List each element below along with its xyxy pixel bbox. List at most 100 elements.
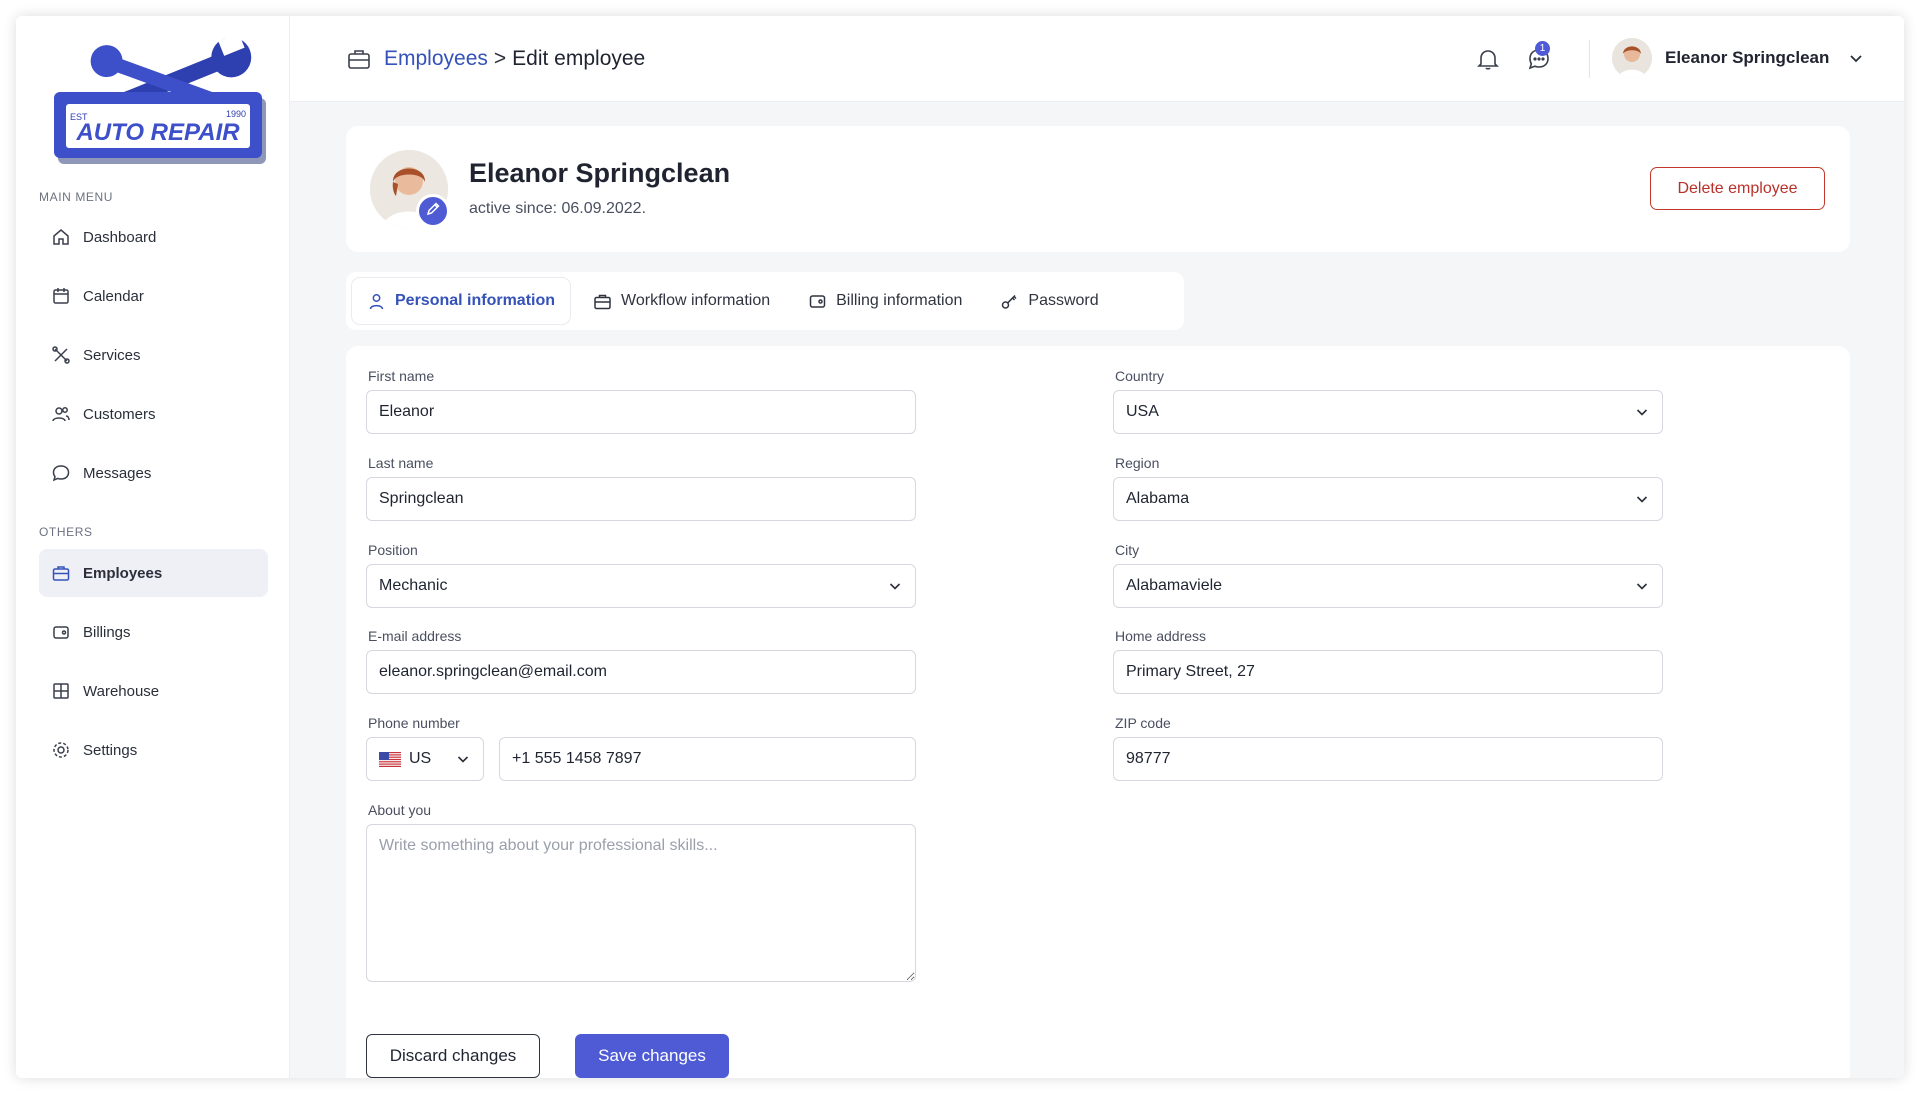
sidebar-item-billings[interactable]: Billings [39,608,268,656]
phone-label: Phone number [368,715,460,731]
profile-card: Eleanor Springclean active since: 06.09.… [346,126,1850,252]
user-menu[interactable]: Eleanor Springclean [1612,38,1865,78]
active-since: active since: 06.09.2022. [469,200,647,217]
sidebar-item-label: Services [83,346,141,364]
delete-employee-button[interactable]: Delete employee [1650,167,1825,210]
briefcase-icon [346,46,372,72]
tab-password[interactable]: Password [985,278,1113,324]
first-name-field[interactable]: Eleanor [366,390,916,434]
email-label: E-mail address [368,628,462,644]
briefcase-icon [51,563,71,583]
city-select[interactable]: Alabamaviele [1113,564,1663,608]
position-select[interactable]: Mechanic [366,564,916,608]
chevron-down-icon [1634,491,1650,507]
zip-field[interactable]: 98777 [1113,737,1663,781]
sidebar-item-employees[interactable]: Employees [39,549,268,597]
country-select[interactable]: USA [1113,390,1663,434]
home-address-field[interactable]: Primary Street, 27 [1113,650,1663,694]
sidebar-item-settings[interactable]: Settings [39,726,268,774]
last-name-label: Last name [368,455,434,471]
bell-icon[interactable] [1475,46,1501,72]
tab-workflow-information[interactable]: Workflow information [578,278,785,324]
user-name: Eleanor Springclean [1665,48,1830,67]
logo-year: 1990 [226,109,246,119]
header-divider [1589,40,1590,78]
top-header: Employees > Edit employee 1 Eleanor Spri… [290,16,1904,102]
sidebar-item-services[interactable]: Services [39,331,268,379]
breadcrumb: Employees > Edit employee [346,46,645,72]
phone-country-select[interactable]: US [366,737,484,781]
calendar-icon [51,286,71,306]
sidebar-item-label: Calendar [83,287,144,305]
chevron-down-icon [1634,404,1650,420]
breadcrumb-separator: > [493,47,507,70]
sidebar-item-warehouse[interactable]: Warehouse [39,667,268,715]
sidebar-item-messages[interactable]: Messages [39,449,268,497]
last-name-field[interactable]: Springclean [366,477,916,521]
tab-label: Billing information [836,292,963,309]
city-label: City [1115,542,1140,558]
sidebar-item-label: Settings [83,741,138,759]
messages-badge: 1 [1535,41,1550,56]
position-value: Mechanic [379,577,448,594]
edit-avatar-button[interactable] [416,194,450,228]
city-value: Alabamaviele [1126,577,1223,594]
tab-billing-information[interactable]: Billing information [793,278,977,324]
chevron-down-icon [455,751,471,767]
phone-country-code: US [409,750,432,767]
chevron-down-icon [1634,578,1650,594]
others-label: OTHERS [39,525,93,539]
region-select[interactable]: Alabama [1113,477,1663,521]
wallet-icon [808,292,827,311]
sidebar-item-dashboard[interactable]: Dashboard [39,213,268,261]
app-window: EST 1990 AUTO REPAIR MAIN MENU Dashboard… [16,16,1904,1078]
user-icon [367,292,386,311]
tab-personal-information[interactable]: Personal information [352,278,570,324]
sidebar-item-label: Warehouse [83,682,160,700]
tab-label: Personal information [395,292,556,309]
sidebar: EST 1990 AUTO REPAIR MAIN MENU Dashboard… [16,16,290,1078]
main-menu-label: MAIN MENU [39,190,114,204]
grid-icon [51,681,71,701]
gear-icon [51,740,71,760]
country-label: Country [1115,368,1165,384]
home-address-label: Home address [1115,628,1207,644]
sidebar-item-customers[interactable]: Customers [39,390,268,438]
employee-name: Eleanor Springclean [469,158,731,188]
breadcrumb-employees-link[interactable]: Employees [384,47,488,71]
pencil-icon [425,201,441,222]
chevron-down-icon [887,578,903,594]
phone-number-field[interactable]: +1 555 1458 7897 [499,737,916,781]
us-flag-icon [379,751,401,767]
key-icon [1000,292,1019,311]
sidebar-item-label: Messages [83,464,152,482]
position-label: Position [368,542,418,558]
logo-text: AUTO REPAIR [75,119,240,146]
tabs: Personal information Workflow informatio… [346,272,1184,330]
zip-label: ZIP code [1115,715,1171,731]
first-name-label: First name [368,368,435,384]
phone-country: US [379,750,431,768]
chevron-down-icon [1847,49,1865,67]
personal-info-form: First name Eleanor Last name Springclean… [346,346,1850,1078]
briefcase-icon [593,292,612,311]
discard-changes-button[interactable]: Discard changes [366,1034,540,1078]
home-icon [51,227,71,247]
tools-icon [51,345,71,365]
wallet-icon [51,622,71,642]
sidebar-item-calendar[interactable]: Calendar [39,272,268,320]
tab-label: Workflow information [621,292,771,309]
auto-repair-logo[interactable]: EST 1990 AUTO REPAIR [46,32,278,170]
sidebar-item-label: Billings [83,623,131,641]
sidebar-item-label: Customers [83,405,156,423]
about-textarea[interactable] [366,824,916,982]
sidebar-item-label: Employees [83,564,163,582]
users-icon [51,404,71,424]
save-changes-button[interactable]: Save changes [575,1034,729,1078]
region-label: Region [1115,455,1160,471]
tab-label: Password [1028,292,1099,309]
region-value: Alabama [1126,490,1190,507]
email-field[interactable]: eleanor.springclean@email.com [366,650,916,694]
breadcrumb-current: Edit employee [512,47,646,70]
avatar [1612,38,1652,78]
